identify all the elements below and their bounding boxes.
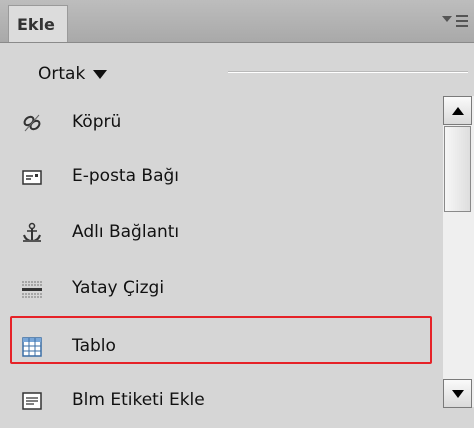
item-label: E-posta Bağı <box>72 166 180 186</box>
scroll-down-button[interactable] <box>443 379 472 408</box>
panel-header: Ekle <box>0 0 474 43</box>
item-label: Tablo <box>72 336 116 356</box>
item-label: Yatay Çizgi <box>72 278 165 298</box>
hyperlink-icon <box>21 112 43 134</box>
tab-ekle[interactable]: Ekle <box>8 5 68 42</box>
insert-items-list: Köprü E-posta Bağı Adlı Bağlantı Yatay Ç… <box>0 96 440 410</box>
list-item-blm-etiketi-ekle[interactable]: Blm Etiketi Ekle <box>0 374 440 428</box>
insert-div-tag-icon <box>21 390 43 412</box>
scroll-up-button[interactable] <box>443 96 472 125</box>
tab-label: Ekle <box>17 15 55 34</box>
category-label: Ortak <box>38 64 86 84</box>
category-dropdown[interactable]: Ortak <box>38 62 108 86</box>
item-label: Blm Etiketi Ekle <box>72 390 205 410</box>
horizontal-rule-icon <box>21 278 43 300</box>
list-item-tablo[interactable]: Tablo <box>0 316 440 374</box>
divider <box>228 72 468 73</box>
list-item-yatay-cizgi[interactable]: Yatay Çizgi <box>0 262 440 316</box>
named-anchor-icon <box>21 222 43 244</box>
item-label: Adlı Bağlantı <box>72 222 180 242</box>
table-icon <box>21 336 43 358</box>
email-link-icon <box>21 166 43 188</box>
vertical-scrollbar[interactable] <box>443 96 474 408</box>
list-item-adli-baglanti[interactable]: Adlı Bağlantı <box>0 206 440 260</box>
scroll-thumb[interactable] <box>444 126 471 212</box>
list-item-e-posta[interactable]: E-posta Bağı <box>0 150 440 204</box>
panel-options-icon[interactable] <box>442 12 468 30</box>
dropdown-arrow-icon <box>93 69 108 79</box>
item-label: Köprü <box>72 112 122 132</box>
list-item-kopru[interactable]: Köprü <box>0 96 440 150</box>
